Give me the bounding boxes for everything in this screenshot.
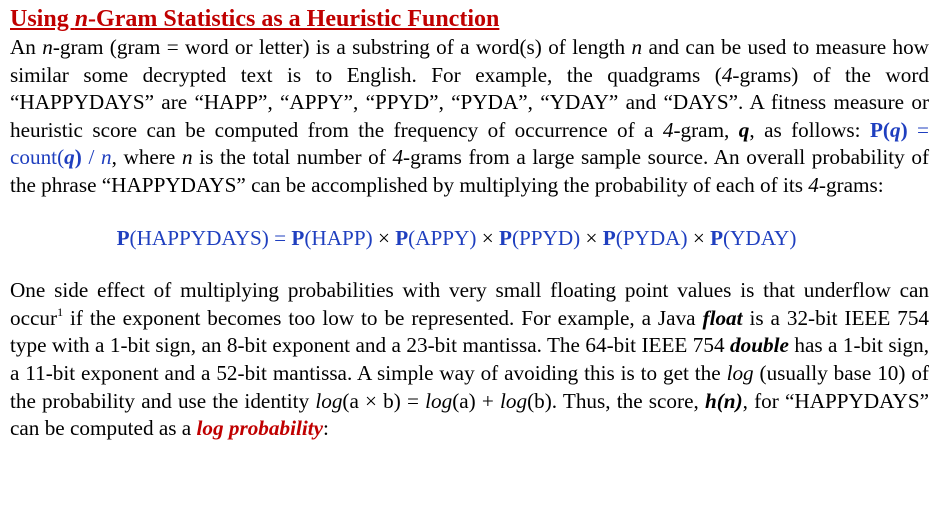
eq-p: P — [116, 225, 130, 250]
p1-italic-4: 4 — [662, 117, 674, 142]
p2-text: (a × b) = — [342, 388, 426, 413]
heading-text-1: Using — [10, 6, 75, 32]
log-probability-term: log probability — [196, 416, 324, 441]
eq-times: × — [585, 225, 598, 250]
eq-term: (APPY) — [408, 225, 482, 250]
formula-p: P( — [869, 117, 890, 142]
p1-italic-4: 4 — [721, 62, 733, 87]
p2-italic-log: log — [425, 388, 453, 413]
heading-n-italic: n — [74, 6, 89, 32]
eq-p: P — [395, 225, 409, 250]
p1-variable-q: q — [738, 117, 750, 142]
probability-equation: P(HAPPYDAYS) = P(HAPP) × P(APPY) × P(PPY… — [10, 225, 929, 253]
underflow-paragraph: One side effect of multiplying probabili… — [10, 277, 929, 443]
eq-p: P — [710, 225, 724, 250]
p1-text: , as follows: — [749, 117, 870, 142]
p2-text: (b). Thus, the score, — [527, 388, 705, 413]
p1-italic-n: n — [42, 35, 53, 59]
eq-p: P — [498, 225, 512, 250]
p1-italic-4: 4 — [392, 145, 404, 170]
p1-italic-n: n — [181, 145, 193, 170]
heading-text-2: -Gram Statistics as a Heuristic Function — [88, 6, 500, 32]
p1-italic-4: 4 — [808, 172, 819, 197]
p2-text: if the exponent becomes too low to be re… — [63, 305, 703, 330]
score-h-n: h(n) — [704, 388, 743, 413]
p1-text: is the total number of — [192, 145, 393, 170]
eq-times: × — [481, 225, 494, 250]
formula-q: q — [889, 117, 901, 142]
section-heading: Using n-Gram Statistics as a Heuristic F… — [10, 4, 929, 34]
eq-term: (PPYD) — [511, 225, 586, 250]
type-float: float — [702, 305, 743, 330]
eq-term: (HAPPYDAYS) = — [129, 225, 292, 250]
formula-n: n — [100, 145, 112, 170]
p2-italic-log: log — [500, 388, 528, 413]
document-page: Using n-Gram Statistics as a Heuristic F… — [0, 0, 941, 519]
eq-p: P — [602, 225, 616, 250]
p2-italic-log: log — [726, 360, 754, 385]
p1-text: -gram (gram = word or letter) is a subst… — [52, 35, 632, 59]
p2-text: (a) + — [452, 388, 501, 413]
eq-term: (HAPP) — [304, 225, 378, 250]
p2-italic-log: log — [315, 388, 343, 413]
p1-text: , where — [111, 145, 182, 170]
p1-text: -grams: — [818, 172, 884, 197]
p1-text: -gram, — [673, 117, 739, 142]
eq-p: P — [291, 225, 305, 250]
formula-paren: ) — [74, 145, 82, 170]
formula-q: q — [64, 145, 75, 170]
eq-term: (PYDA) — [615, 225, 693, 250]
eq-times: × — [377, 225, 390, 250]
p1-text: An — [10, 35, 43, 59]
eq-term: (YDAY) — [723, 225, 797, 250]
formula-paren: ) — [900, 117, 908, 142]
p1-italic-n: n — [631, 35, 643, 59]
type-double: double — [730, 333, 789, 358]
intro-paragraph: An n-gram (gram = word or letter) is a s… — [10, 34, 929, 200]
eq-times: × — [692, 225, 705, 250]
p2-text: : — [323, 416, 329, 441]
formula-divide: / — [81, 145, 101, 170]
